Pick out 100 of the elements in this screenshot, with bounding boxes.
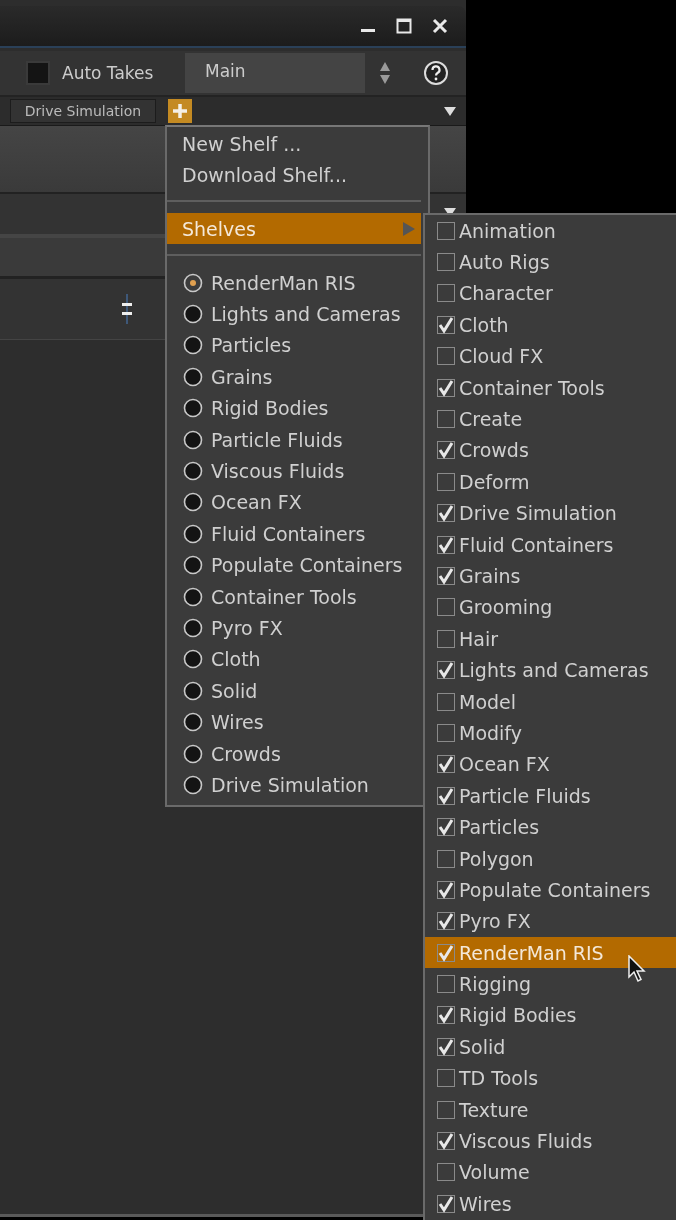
checkbox[interactable] [437,472,455,491]
checkbox[interactable] [437,818,455,837]
checkbox[interactable] [437,1132,455,1150]
checkbox[interactable] [437,692,455,711]
spinner-arrows-icon[interactable] [379,61,391,85]
checkbox-menu-item[interactable]: Grains [425,560,676,592]
checkbox[interactable] [437,1037,455,1056]
radio-menu-item[interactable]: Pyro FX [167,612,421,644]
checkbox[interactable] [437,786,455,805]
checkbox[interactable] [437,410,455,429]
checkbox-menu-item[interactable]: Particle Fluids [425,780,676,812]
radio-menu-item[interactable]: Lights and Cameras [167,298,421,330]
checkbox[interactable] [437,661,455,680]
radio-menu-item[interactable]: Viscous Fluids [167,455,421,487]
checkbox[interactable] [437,755,455,774]
radio-button[interactable] [183,429,203,450]
checkbox-menu-item[interactable]: Model [425,685,676,718]
radio-button[interactable] [183,366,203,387]
checkbox-menu-item[interactable]: Rigging [425,968,676,1000]
radio-button[interactable] [183,555,203,576]
checkbox[interactable] [437,221,455,240]
slider-handle-icon[interactable] [121,294,133,324]
checkbox-menu-item[interactable]: Create [425,403,676,435]
checkbox-menu-item[interactable]: Volume [425,1156,676,1189]
menu-item[interactable]: Download Shelf... [167,159,421,190]
checkbox-menu-item[interactable]: Container Tools [425,371,676,404]
checkbox[interactable] [437,535,455,554]
radio-button[interactable] [183,586,203,607]
checkbox-menu-item[interactable]: Rigid Bodies [425,999,676,1032]
checkbox[interactable] [437,1069,455,1088]
checkbox-menu-item[interactable]: Deform [425,466,676,498]
checkbox-menu-item[interactable]: Solid [425,1031,676,1063]
radio-menu-item[interactable]: Rigid Bodies [167,392,421,424]
checkbox-menu-item[interactable]: Ocean FX [425,748,676,781]
radio-menu-item[interactable]: Crowds [167,737,421,770]
radio-button[interactable] [183,680,203,701]
checkbox-menu-item[interactable]: Hair [425,623,676,655]
checkbox[interactable] [437,723,455,742]
checkbox-menu-item[interactable]: Wires [425,1188,676,1220]
checkbox[interactable] [437,629,455,648]
radio-button[interactable] [183,618,203,638]
checkbox[interactable] [437,284,455,303]
checkbox[interactable] [437,1100,455,1119]
checkbox-menu-item[interactable]: Pyro FX [425,905,676,937]
radio-button[interactable] [183,398,203,419]
menu-item[interactable]: New Shelf ... [167,128,421,159]
take-dropdown[interactable]: Main [185,53,365,93]
checkbox[interactable] [437,912,455,931]
radio-button[interactable] [183,461,203,482]
checkbox[interactable] [437,253,455,272]
checkbox-menu-item[interactable]: Cloud FX [425,340,676,372]
checkbox-menu-item[interactable]: Animation [425,215,676,247]
checkbox[interactable] [437,943,455,962]
radio-menu-item[interactable]: Populate Containers [167,549,421,581]
close-icon[interactable] [432,18,448,34]
checkbox[interactable] [437,849,455,868]
radio-menu-item[interactable]: Wires [167,706,421,738]
checkbox[interactable] [437,598,455,617]
radio-menu-item[interactable]: Container Tools [167,580,421,613]
radio-button[interactable] [183,523,203,544]
radio-menu-item[interactable]: Grains [167,361,421,393]
help-icon[interactable] [423,60,449,86]
checkbox-menu-item[interactable]: Grooming [425,591,676,624]
checkbox-menu-item[interactable]: Populate Containers [425,874,676,906]
checkbox[interactable] [437,347,455,366]
radio-menu-item[interactable]: Particles [167,329,421,362]
radio-menu-item[interactable]: Ocean FX [167,486,421,519]
radio-button[interactable] [183,743,203,764]
radio-menu-item[interactable]: RenderMan RIS [167,267,421,299]
checkbox[interactable] [437,880,455,899]
checkbox[interactable] [26,61,50,85]
radio-button[interactable] [183,335,203,356]
checkbox-menu-item[interactable]: Crowds [425,434,676,467]
checkbox-menu-item[interactable]: Modify [425,717,676,749]
checkbox[interactable] [437,378,455,397]
radio-button[interactable] [183,304,203,325]
checkbox[interactable] [437,567,455,585]
radio-menu-item[interactable]: Solid [167,675,421,707]
checkbox-menu-item[interactable]: Cloth [425,309,676,341]
maximize-icon[interactable] [396,18,412,34]
radio-button[interactable] [183,492,203,513]
radio-button[interactable] [183,272,203,293]
checkbox[interactable] [437,315,455,334]
checkbox-menu-item[interactable]: Particles [425,811,676,843]
checkbox-menu-item[interactable]: Drive Simulation [425,497,676,529]
checkbox-menu-item[interactable]: Character [425,277,676,310]
checkbox-menu-item[interactable]: Lights and Cameras [425,654,676,686]
radio-button[interactable] [183,712,203,733]
dropdown-arrow-icon[interactable] [444,106,456,116]
checkbox[interactable] [437,1006,455,1025]
radio-menu-item[interactable]: Drive Simulation [167,769,421,801]
checkbox-menu-item[interactable]: TD Tools [425,1062,676,1094]
checkbox-menu-item[interactable]: Texture [425,1093,676,1126]
checkbox[interactable] [437,504,455,523]
radio-button[interactable] [183,774,203,795]
checkbox-menu-item[interactable]: Polygon [425,842,676,875]
checkbox-menu-item[interactable]: Viscous Fluids [425,1125,676,1157]
checkbox[interactable] [437,441,455,460]
checkbox-menu-item[interactable]: Fluid Containers [425,528,676,561]
radio-menu-item[interactable]: Particle Fluids [167,423,421,456]
